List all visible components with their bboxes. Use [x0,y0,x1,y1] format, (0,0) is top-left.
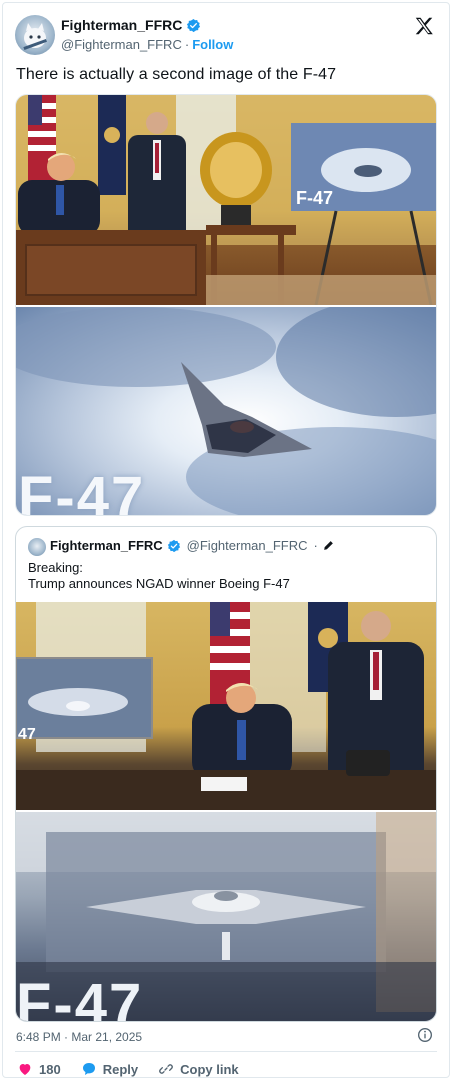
quote-text-line2: Trump announces NGAD winner Boeing F-47 [28,576,290,591]
oval-office-photo[interactable]: F-47 [16,95,436,306]
link-icon [159,1064,173,1074]
quote-media[interactable]: 47 F-47 [16,602,436,1022]
f47-render-photo[interactable]: F-47 [16,297,436,516]
tweet-media[interactable]: F-47 F-47 [15,94,437,516]
author-name-row: Fighterman_FFRC [61,17,201,33]
info-icon[interactable] [417,1027,433,1043]
f47-caption: F-47 [18,465,146,516]
author-handle[interactable]: @Fighterman_FFRC [61,37,182,52]
verified-badge-icon [187,18,201,32]
quote-easel-caption: 47 [18,726,36,743]
quote-verified-badge-icon [167,539,180,552]
like-button[interactable]: 180 [17,1061,61,1077]
oval-office-desk-photo[interactable]: 47 [16,602,436,810]
pencil-icon [324,541,333,550]
quote-f47-caption: F-47 [16,972,144,1022]
action-bar: 180 Reply Copy link [17,1061,259,1077]
heart-icon [19,1064,31,1075]
tweet-text: There is actually a second image of the … [16,66,337,83]
f47-hangar-photo[interactable]: F-47 [16,812,436,1022]
quote-author-row: Fighterman_FFRC @Fighterman_FFRC · [50,538,335,553]
timestamp[interactable]: 6:48 PM · Mar 21, 2025 [16,1030,142,1044]
quote-avatar[interactable] [28,538,46,556]
follow-button[interactable]: Follow [192,37,233,52]
x-logo-icon[interactable] [413,15,435,37]
quote-text-line1: Breaking: [28,560,83,575]
separator-dot: · [184,37,190,52]
footer-divider [15,1051,437,1052]
reply-label: Reply [102,1061,139,1077]
quote-separator-dot: · [313,538,318,553]
copy-link-button[interactable]: Copy link [158,1061,239,1077]
quoted-tweet[interactable]: Fighterman_FFRC @Fighterman_FFRC · Break… [15,526,437,1022]
tweet-card: Fighterman_FFRC @Fighterman_FFRC · Follo… [2,2,450,1078]
author-display-name[interactable]: Fighterman_FFRC [61,17,182,33]
quote-text: Breaking: Trump announces NGAD winner Bo… [28,560,290,592]
quote-display-name[interactable]: Fighterman_FFRC [50,538,163,553]
reply-bubble-icon [82,1063,95,1075]
author-handle-row: @Fighterman_FFRC · Follow [61,37,233,52]
copy-link-label: Copy link [180,1061,239,1077]
easel-caption: F-47 [296,188,334,208]
avatar[interactable] [15,15,55,55]
like-count: 180 [39,1061,61,1077]
avatar-cat-icon [23,23,47,50]
reply-button[interactable]: Reply [81,1061,138,1077]
quote-handle[interactable]: @Fighterman_FFRC [187,538,308,553]
